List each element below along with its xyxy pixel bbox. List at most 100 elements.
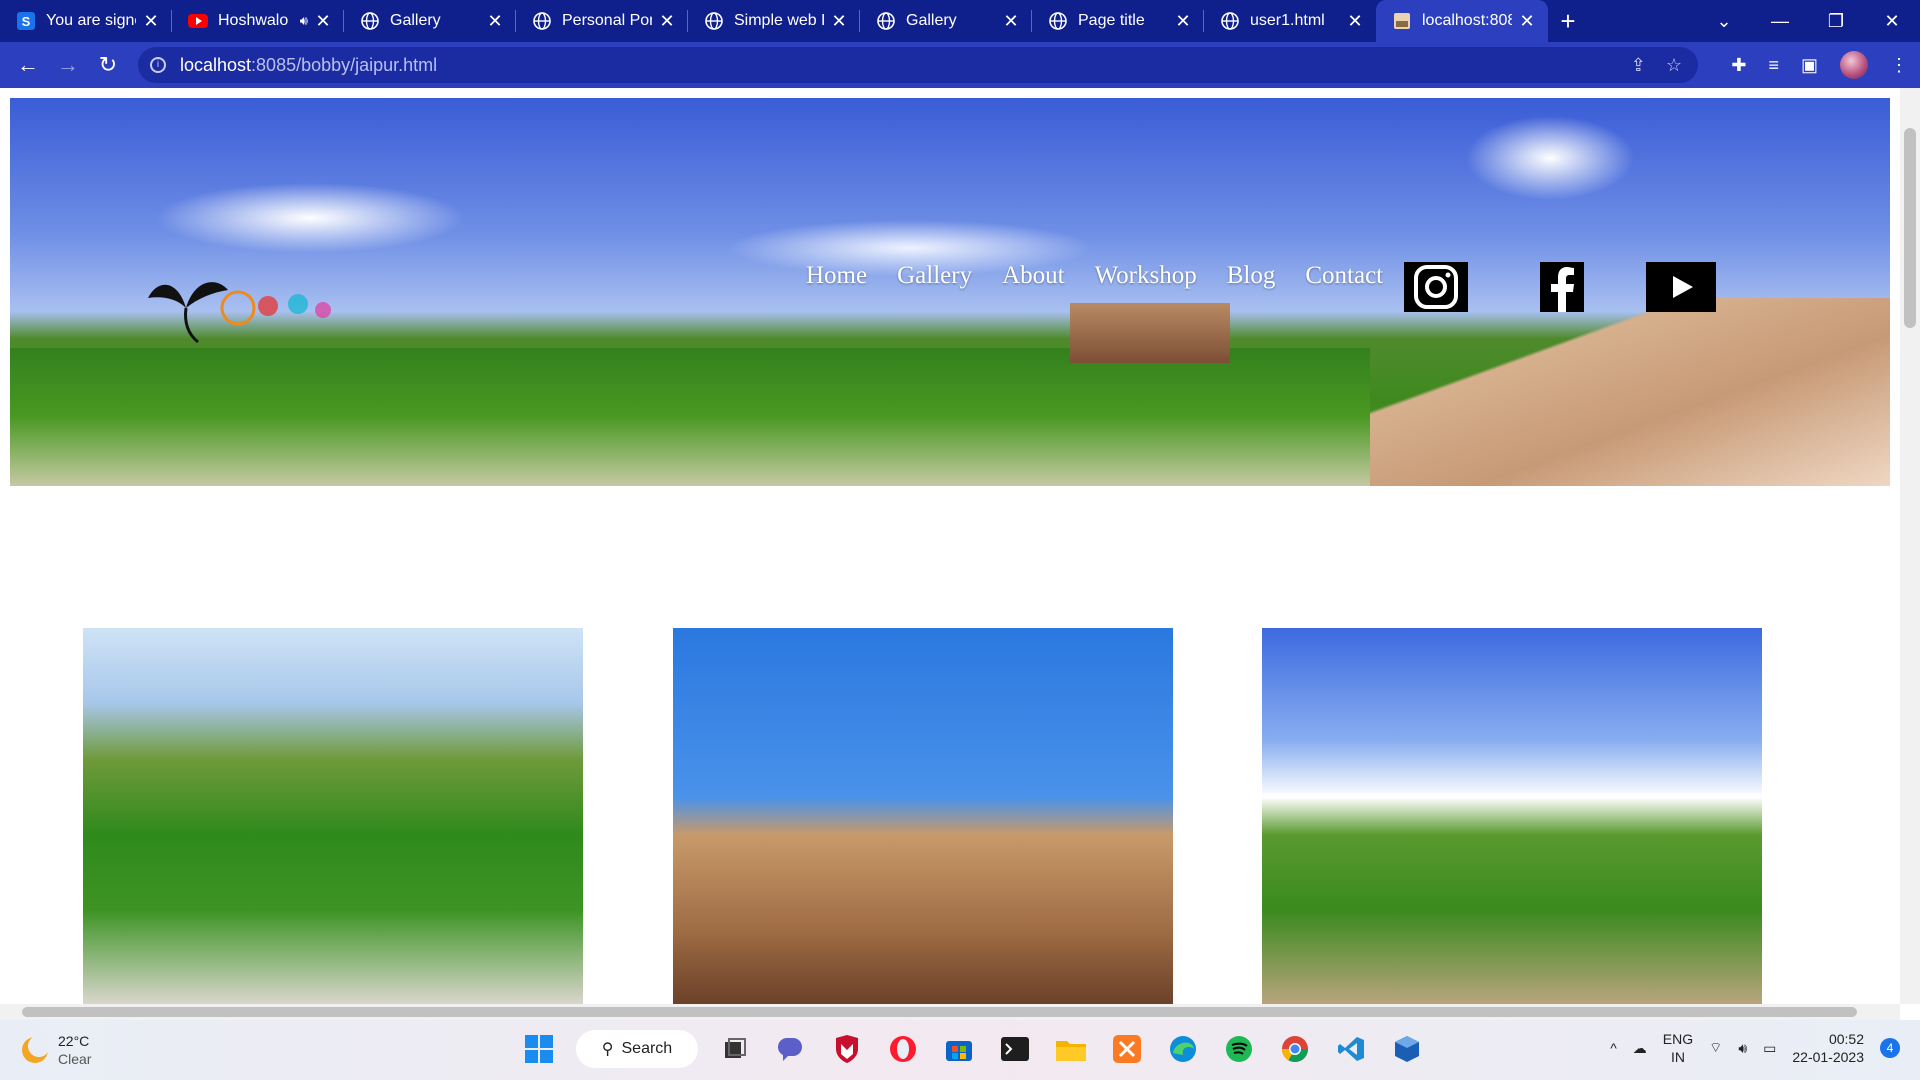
tab-you-are-signed[interactable]: S You are signed ✕ (0, 0, 172, 42)
instagram-link[interactable] (1404, 262, 1468, 312)
close-icon[interactable]: ✕ (1002, 11, 1020, 32)
language-indicator[interactable]: ENG IN (1663, 1030, 1693, 1066)
s-letter-icon: S (16, 11, 36, 31)
nav-about[interactable]: About (1002, 262, 1065, 290)
nav-contact[interactable]: Contact (1305, 262, 1383, 290)
chrome-icon[interactable] (1276, 1030, 1314, 1068)
scroll-thumb[interactable] (1904, 128, 1916, 328)
volume-icon[interactable]: 🔊︎ (1738, 1040, 1747, 1057)
start-icon[interactable] (520, 1030, 558, 1068)
close-icon[interactable]: ✕ (1174, 11, 1192, 32)
nav-home[interactable]: Home (806, 262, 867, 290)
horizontal-scrollbar[interactable] (0, 1004, 1900, 1020)
side-panel-icon[interactable]: ▣ (1801, 55, 1818, 76)
close-window-icon[interactable]: ✕ (1864, 11, 1920, 32)
vertical-scrollbar[interactable] (1900, 88, 1920, 1004)
task-view-icon[interactable] (716, 1030, 754, 1068)
tab-gallery[interactable]: Gallery ✕ (344, 0, 516, 42)
close-icon[interactable]: ✕ (658, 11, 676, 32)
tab-hoshwalo[interactable]: Hoshwalo 🔊︎ ✕ (172, 0, 344, 42)
menu-dots-icon[interactable]: ⋮ (1890, 55, 1908, 76)
tab-title: localhost:8085 (1422, 12, 1512, 29)
bookmark-star-icon[interactable]: ☆ (1666, 55, 1682, 76)
new-tab-button[interactable]: + (1548, 6, 1588, 37)
vscode-icon[interactable] (1332, 1030, 1370, 1068)
instagram-icon (1404, 262, 1468, 312)
ms-store-icon[interactable] (940, 1030, 978, 1068)
chevron-up-icon[interactable]: ^ (1610, 1040, 1617, 1056)
site-info-icon[interactable]: i (150, 57, 166, 73)
facebook-icon (1540, 262, 1584, 312)
onedrive-icon[interactable]: ☁ (1633, 1040, 1647, 1057)
globe-icon (532, 11, 552, 31)
speaker-icon[interactable]: 🔊︎ (300, 13, 308, 29)
tab-title: user1.html (1250, 12, 1325, 29)
teams-chat-icon[interactable] (772, 1030, 810, 1068)
tab-localhost-active[interactable]: localhost:8085 ✕ (1376, 0, 1548, 42)
tab-gallery-2[interactable]: Gallery ✕ (860, 0, 1032, 42)
toolbar-right: ✚ ≡ ▣ ⋮ (1731, 42, 1908, 88)
close-icon[interactable]: ✕ (486, 11, 504, 32)
window-controls: ⌄ — ❐ ✕ (1696, 0, 1920, 42)
facebook-link[interactable] (1530, 262, 1594, 312)
virtualbox-icon[interactable] (1388, 1030, 1426, 1068)
hero-fort-wall (1370, 298, 1890, 486)
nav-workshop[interactable]: Workshop (1095, 262, 1197, 290)
tab-user1[interactable]: user1.html ✕ (1204, 0, 1376, 42)
tab-title: Hoshwalo (218, 12, 289, 29)
globe-icon (704, 11, 724, 31)
page-icon (1392, 11, 1412, 31)
globe-icon (1048, 11, 1068, 31)
opera-icon[interactable] (884, 1030, 922, 1068)
site-logo[interactable] (138, 268, 348, 348)
tab-simple-web[interactable]: Simple web D ✕ (688, 0, 860, 42)
reload-icon[interactable]: ↻ (88, 52, 128, 78)
close-icon[interactable]: ✕ (314, 11, 332, 32)
terminal-icon[interactable] (996, 1030, 1034, 1068)
close-icon[interactable]: ✕ (830, 11, 848, 32)
profile-avatar[interactable] (1840, 51, 1868, 79)
tab-page-title[interactable]: Page title ✕ (1032, 0, 1204, 42)
gallery-image-jaigarh-fort[interactable] (83, 628, 583, 1004)
close-icon[interactable]: ✕ (1518, 11, 1536, 32)
system-tray: ^ ☁ ENG IN ⌔ 🔊︎ ▭ 00:52 22-01-2023 4 (1610, 1030, 1900, 1066)
url-path: :8085/bobby/jaipur.html (251, 54, 438, 75)
wifi-icon[interactable]: ⌔ (1709, 1039, 1722, 1057)
weather-text: 22°C Clear (58, 1032, 91, 1068)
tab-search-icon[interactable]: ⌄ (1696, 11, 1752, 32)
weather-widget[interactable]: 22°C Clear (22, 1032, 91, 1068)
tab-personal-portfolio[interactable]: Personal Portfo ✕ (516, 0, 688, 42)
restore-icon[interactable]: ❐ (1808, 11, 1864, 32)
scroll-thumb[interactable] (22, 1007, 1857, 1017)
globe-icon (360, 11, 380, 31)
globe-icon (876, 11, 896, 31)
hero-banner: Home Gallery About Workshop Blog Contact (10, 98, 1890, 486)
back-icon[interactable]: ← (8, 52, 48, 78)
notification-badge[interactable]: 4 (1880, 1038, 1900, 1058)
date: 22-01-2023 (1792, 1049, 1864, 1065)
tab-title: Simple web D (734, 12, 824, 29)
share-icon[interactable]: ⇪ (1631, 55, 1646, 76)
taskbar-search[interactable]: ⚲ Search (576, 1030, 698, 1068)
forward-icon[interactable]: → (48, 52, 88, 78)
address-bar[interactable]: i localhost:8085/bobby/jaipur.html ⇪ ☆ (138, 47, 1698, 83)
close-icon[interactable]: ✕ (142, 11, 160, 32)
gallery-image-palace-courtyard[interactable] (673, 628, 1173, 1004)
close-icon[interactable]: ✕ (1346, 11, 1364, 32)
battery-icon[interactable]: ▭ (1763, 1040, 1776, 1057)
mcafee-icon[interactable] (828, 1030, 866, 1068)
lang-top: ENG (1662, 1031, 1694, 1047)
extensions-icon[interactable]: ✚ (1731, 55, 1746, 76)
spotify-icon[interactable] (1220, 1030, 1258, 1068)
hero-foliage (10, 348, 1370, 486)
edge-icon[interactable] (1164, 1030, 1202, 1068)
media-queue-icon[interactable]: ≡ (1768, 55, 1779, 76)
minimize-icon[interactable]: — (1752, 11, 1808, 32)
file-explorer-icon[interactable] (1052, 1030, 1090, 1068)
clock[interactable]: 00:52 22-01-2023 (1792, 1030, 1864, 1066)
youtube-link[interactable] (1646, 262, 1716, 312)
xampp-icon[interactable] (1108, 1030, 1146, 1068)
gallery-image-fort-valley[interactable] (1262, 628, 1762, 1004)
nav-blog[interactable]: Blog (1227, 262, 1276, 290)
nav-gallery[interactable]: Gallery (897, 262, 972, 290)
